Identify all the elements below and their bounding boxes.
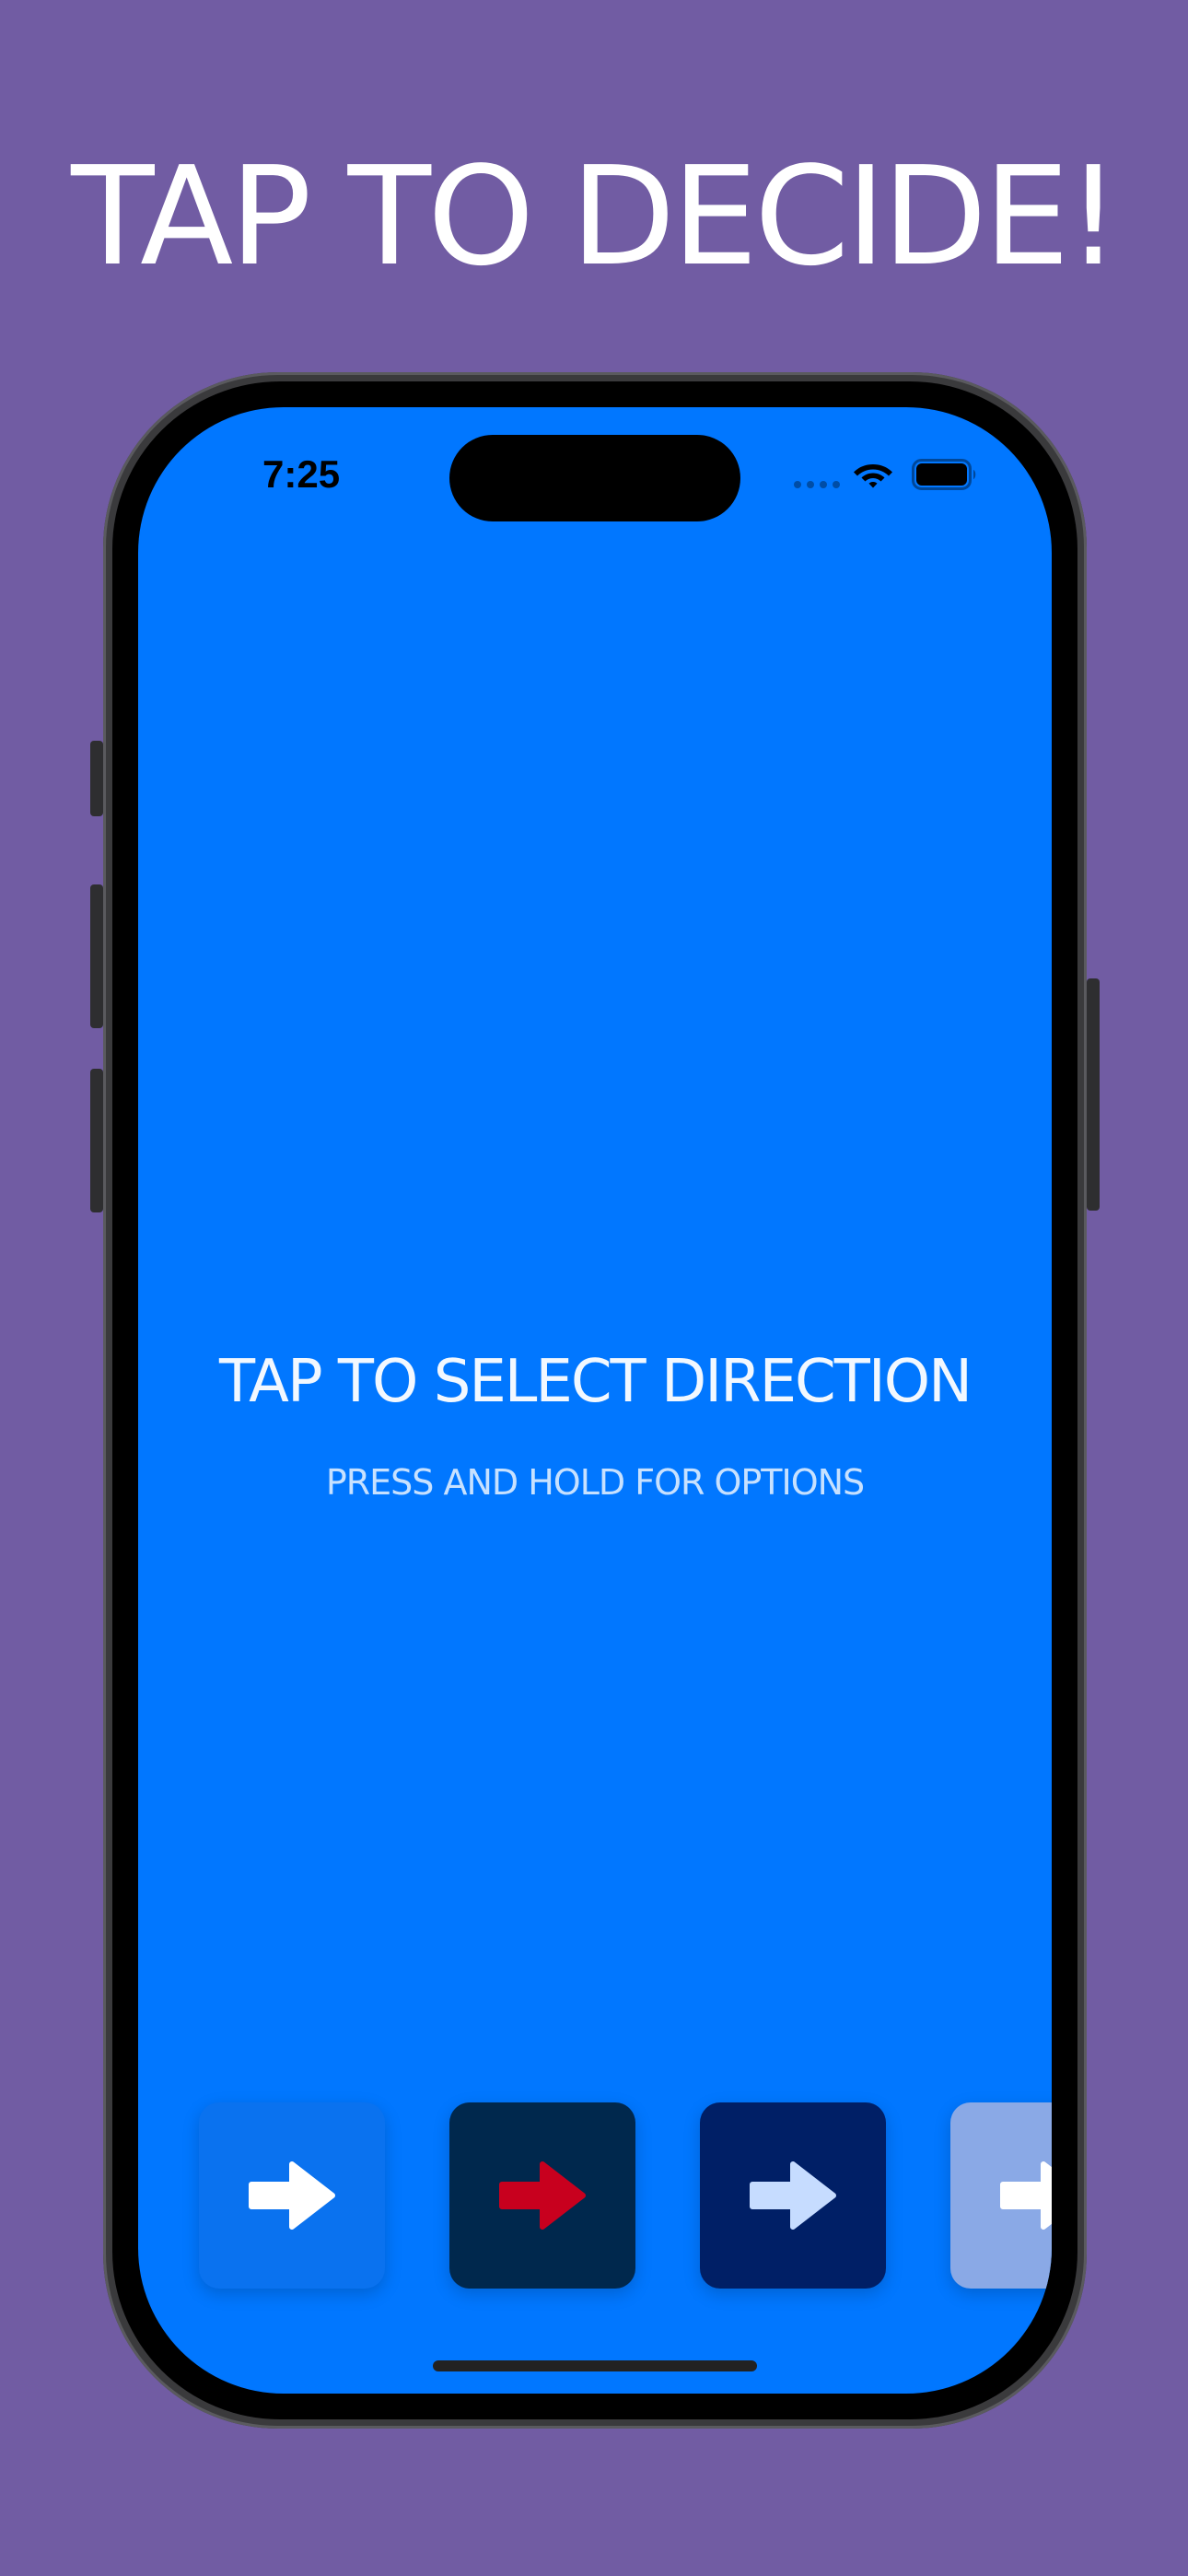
direction-option-1[interactable] bbox=[199, 2102, 385, 2289]
arrow-right-icon bbox=[1000, 2161, 1052, 2230]
options-hint: PRESS AND HOLD FOR OPTIONS bbox=[325, 1462, 865, 1503]
dynamic-island bbox=[449, 435, 740, 521]
home-indicator[interactable] bbox=[433, 2360, 757, 2371]
cellular-signal-icon bbox=[794, 481, 840, 488]
arrow-right-icon bbox=[249, 2161, 335, 2230]
promo-headline: TAP TO DECIDE! bbox=[71, 137, 1121, 296]
volume-up-button bbox=[90, 884, 103, 1028]
volume-down-button bbox=[90, 1069, 103, 1212]
action-button bbox=[90, 741, 103, 816]
arrow-right-icon bbox=[750, 2161, 836, 2230]
status-bar-time: 7:25 bbox=[262, 452, 341, 496]
battery-icon bbox=[912, 459, 976, 490]
power-button bbox=[1087, 978, 1100, 1211]
direction-option-2[interactable] bbox=[449, 2102, 635, 2289]
app-screen[interactable]: 7:25 TAP TO SELECT DIRECTION PRESS AND H… bbox=[138, 407, 1052, 2394]
direction-option-3[interactable] bbox=[700, 2102, 886, 2289]
arrow-right-icon bbox=[499, 2161, 586, 2230]
wifi-icon bbox=[854, 464, 892, 488]
select-direction-prompt: TAP TO SELECT DIRECTION bbox=[219, 1348, 973, 1416]
direction-option-4[interactable] bbox=[950, 2102, 1052, 2289]
